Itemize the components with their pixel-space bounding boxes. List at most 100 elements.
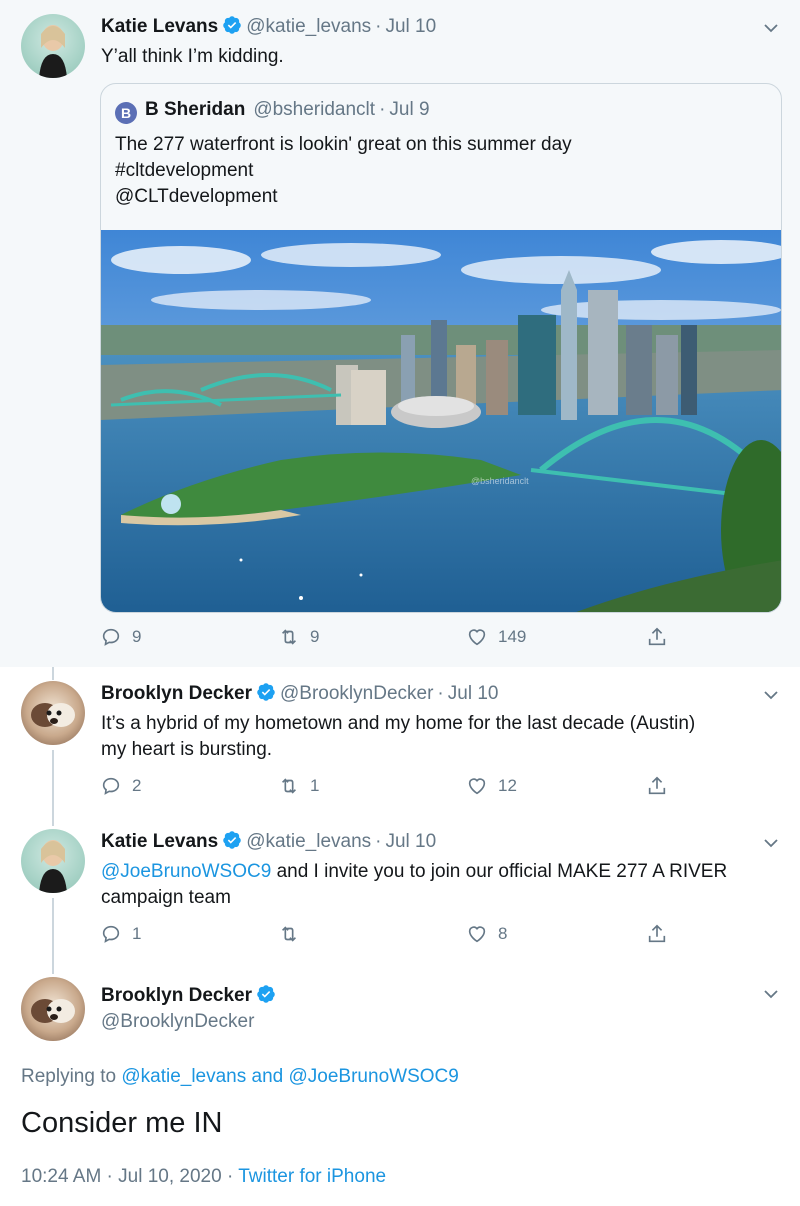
avatar-image (31, 999, 75, 1023)
main-tweet-text: Consider me IN (21, 1107, 223, 1139)
chevron-down-icon[interactable] (762, 19, 780, 37)
tweet[interactable]: Katie Levans @katie_levans · Jul 10 @JoeBru… (0, 815, 800, 963)
handle[interactable]: @BrooklynDecker (280, 683, 433, 704)
chevron-down-icon[interactable] (762, 834, 780, 852)
share-icon (648, 924, 666, 943)
share-button[interactable] (646, 775, 668, 797)
main-tweet-meta: 10:24 AM · Jul 10, 2020 · Twitter for iP… (21, 1166, 386, 1188)
reply-count: 2 (132, 776, 142, 795)
tweet-date[interactable]: Jul 10 (385, 16, 436, 37)
tweet-text-rest: and I invite you to join our official MA… (271, 861, 728, 882)
tweet[interactable]: Katie Levans @katie_levans · Jul 10 Y’all t… (0, 0, 800, 667)
quoted-tweet[interactable]: BB Sheridan @bsheridanclt · Jul 9 The 277 w… (100, 83, 782, 613)
replying-to-users[interactable]: @katie_levans and @JoeBrunoWSOC9 (121, 1066, 458, 1087)
handle[interactable]: @katie_levans (246, 16, 371, 37)
quoted-text-line: The 277 waterfront is lookin' great on t… (115, 134, 572, 155)
avatar-image (39, 840, 67, 893)
retweet-icon (281, 629, 297, 645)
retweet-button[interactable] (278, 923, 310, 945)
quoted-handle[interactable]: @bsheridanclt (253, 99, 375, 120)
main-tweet-handle-row: @BrooklynDecker (101, 1010, 254, 1034)
display-name[interactable]: Katie Levans (101, 831, 218, 852)
tweet-text-line: campaign team (101, 887, 231, 908)
reply-button[interactable]: 2 (100, 775, 141, 797)
tweet-text-line: @JoeBrunoWSOC9 and I invite you to join … (101, 859, 727, 885)
share-button[interactable] (646, 923, 668, 945)
verified-badge-icon (218, 831, 242, 852)
share-icon (648, 627, 666, 646)
dot-separator: · (437, 683, 444, 704)
quoted-display-name[interactable]: B Sheridan (145, 99, 245, 120)
quoted-text: The 277 waterfront is lookin' great on t… (115, 132, 572, 210)
tweet-actions: 2 1 12 (100, 775, 680, 805)
dot-separator: · (379, 99, 386, 120)
verified-badge-icon (252, 683, 276, 704)
reply-icon (102, 925, 120, 943)
tweet[interactable]: Brooklyn Decker @BrooklynDecker · Jul 10 It… (0, 667, 800, 815)
retweet-button[interactable]: 9 (278, 626, 319, 648)
tweet-header: Brooklyn Decker @BrooklynDecker · Jul 10 (101, 682, 498, 706)
tweet-date[interactable]: Jul 10 (385, 831, 436, 852)
tweet-actions: 9 9 149 (100, 626, 680, 656)
like-button[interactable]: 12 (466, 775, 517, 797)
display-name[interactable]: Brooklyn Decker (101, 985, 252, 1006)
mention-link[interactable]: @CLTdevelopment (115, 184, 572, 210)
like-button[interactable]: 149 (466, 626, 526, 648)
tweet-header: Katie Levans @katie_levans · Jul 10 (101, 15, 436, 39)
reply-icon (102, 777, 120, 795)
retweet-icon (281, 926, 297, 942)
like-count: 12 (498, 776, 517, 795)
image-watermark: @bsheridanclt (471, 476, 529, 486)
quoted-avatar[interactable]: B (115, 102, 137, 124)
verified-badge-icon (218, 16, 242, 37)
timestamp[interactable]: 10:24 AM · Jul 10, 2020 · (21, 1166, 238, 1187)
dot-separator: · (375, 831, 382, 852)
retweet-count: 1 (310, 776, 320, 795)
like-icon (468, 629, 486, 646)
mention-link[interactable]: @JoeBrunoWSOC9 (101, 861, 271, 882)
reply-count: 1 (132, 924, 142, 943)
tweet-date[interactable]: Jul 10 (448, 683, 499, 704)
hashtag-link[interactable]: #cltdevelopment (115, 158, 572, 184)
tweet-text: @JoeBrunoWSOC9 and I invite you to join … (101, 859, 727, 911)
dot-separator: · (375, 16, 382, 37)
retweet-count: 9 (310, 627, 320, 646)
reply-count: 9 (132, 627, 142, 646)
display-name[interactable]: Brooklyn Decker (101, 683, 252, 704)
like-icon (468, 778, 486, 795)
avatar[interactable] (21, 14, 85, 78)
reply-icon (102, 628, 120, 646)
like-count: 8 (498, 924, 508, 943)
tweet-text-line: It’s a hybrid of my hometown and my home… (101, 713, 696, 734)
share-button[interactable] (646, 626, 668, 648)
replying-to: Replying to @katie_levans and @JoeBrunoW… (21, 1066, 459, 1088)
verified-badge-icon (252, 985, 276, 1006)
like-button[interactable]: 8 (466, 923, 507, 945)
like-count: 149 (498, 627, 527, 646)
avatar-image (39, 25, 67, 78)
reply-button[interactable]: 9 (100, 626, 141, 648)
handle[interactable]: @BrooklynDecker (101, 1011, 254, 1032)
chevron-down-icon[interactable] (762, 985, 780, 1003)
retweet-icon (281, 778, 297, 794)
reply-button[interactable]: 1 (100, 923, 141, 945)
like-icon (468, 926, 486, 943)
retweet-button[interactable]: 1 (278, 775, 319, 797)
tweet-header: Katie Levans @katie_levans · Jul 10 (101, 830, 436, 854)
tweet-text-line: my heart is bursting. (101, 739, 273, 760)
quoted-date[interactable]: Jul 9 (389, 99, 429, 120)
avatar-image (31, 703, 75, 727)
handle[interactable]: @katie_levans (246, 831, 371, 852)
main-tweet-name-row: Brooklyn Decker (101, 984, 276, 1008)
tweet-text: It’s a hybrid of my hometown and my home… (101, 711, 695, 763)
tweet-actions: 1 8 (100, 923, 680, 953)
quoted-tweet-header: B B Sheridan @bsheridanclt · Jul 9 (115, 98, 430, 124)
avatar[interactable] (21, 977, 85, 1041)
avatar[interactable] (21, 829, 85, 893)
display-name[interactable]: Katie Levans (101, 16, 218, 37)
avatar[interactable] (21, 681, 85, 745)
main-tweet[interactable]: Brooklyn Decker @BrooklynDecker Replying… (0, 963, 800, 1206)
source-link[interactable]: Twitter for iPhone (238, 1166, 386, 1187)
waterfront-photo[interactable]: @bsheridanclt (101, 230, 782, 613)
chevron-down-icon[interactable] (762, 686, 780, 704)
